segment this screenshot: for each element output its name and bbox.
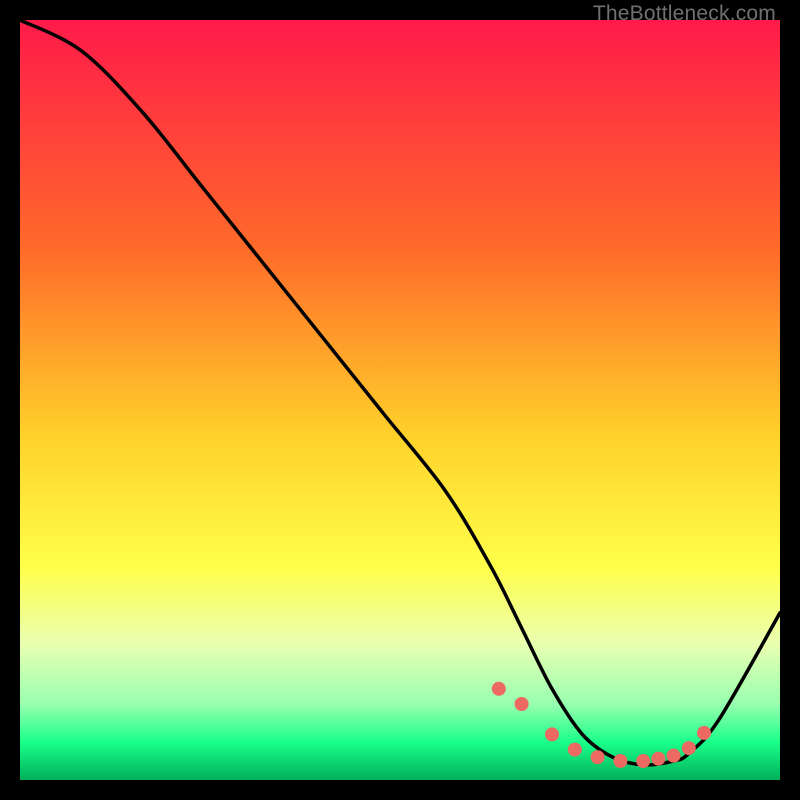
bottleneck-dot xyxy=(515,697,529,711)
bottleneck-dot xyxy=(545,727,559,741)
bottleneck-dot xyxy=(667,749,681,763)
bottleneck-dot xyxy=(591,750,605,764)
bottleneck-dot xyxy=(697,726,711,740)
bottleneck-dot xyxy=(651,752,665,766)
bottleneck-dot xyxy=(613,754,627,768)
watermark-text: TheBottleneck.com xyxy=(593,2,776,26)
gradient-background xyxy=(20,20,780,780)
bottleneck-dot xyxy=(682,741,696,755)
bottleneck-dot xyxy=(568,743,582,757)
bottleneck-chart xyxy=(20,20,780,780)
bottleneck-dot xyxy=(492,682,506,696)
bottleneck-dot xyxy=(636,754,650,768)
